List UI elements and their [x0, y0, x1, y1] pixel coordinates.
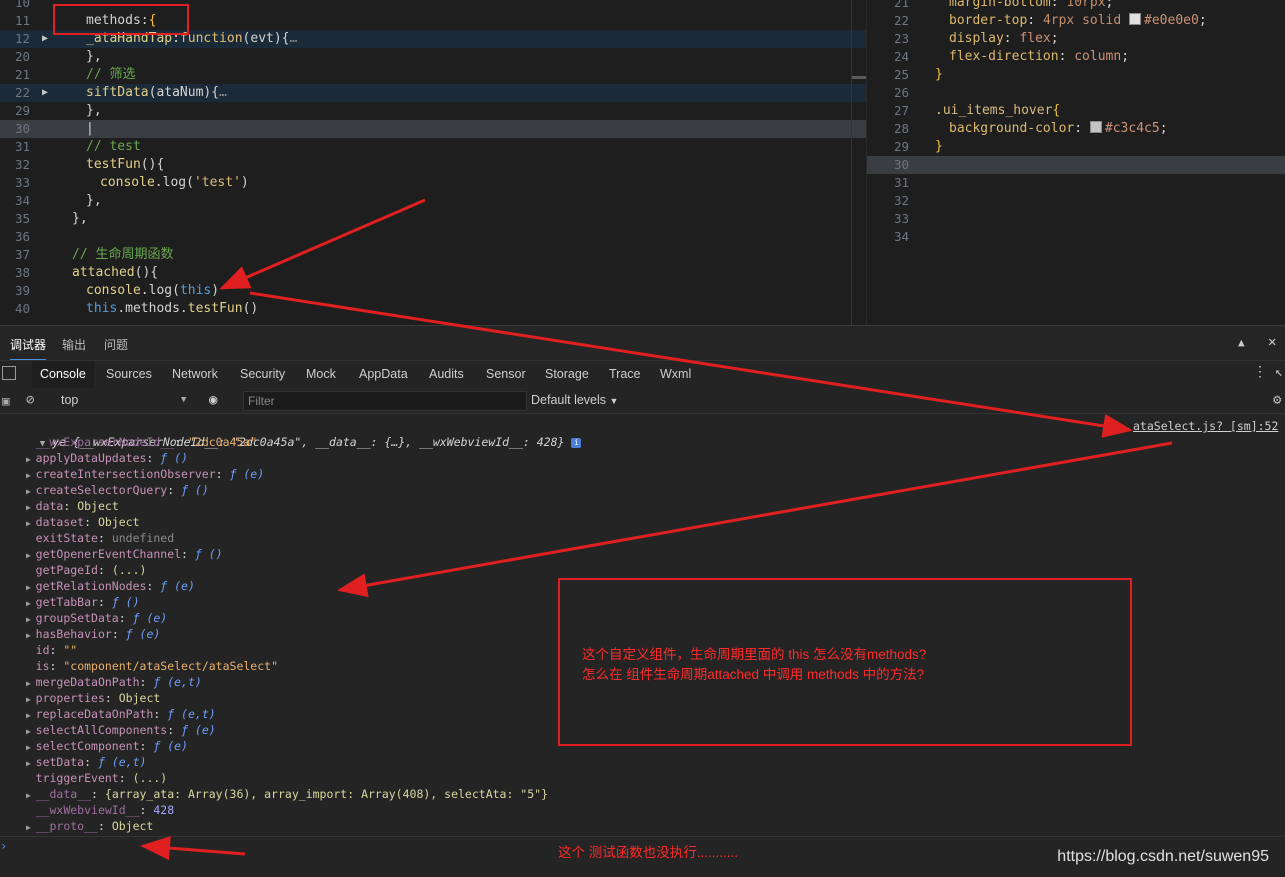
- arrow-to-object-props: [337, 441, 1173, 598]
- arrow-to-console-log: [219, 198, 426, 290]
- annotation-arrows: [140, 198, 1173, 861]
- watermark: https://blog.csdn.net/suwen95: [1057, 848, 1269, 865]
- arrow-to-source-link: [249, 291, 1133, 438]
- arrow-to-console-prompt: [140, 836, 246, 861]
